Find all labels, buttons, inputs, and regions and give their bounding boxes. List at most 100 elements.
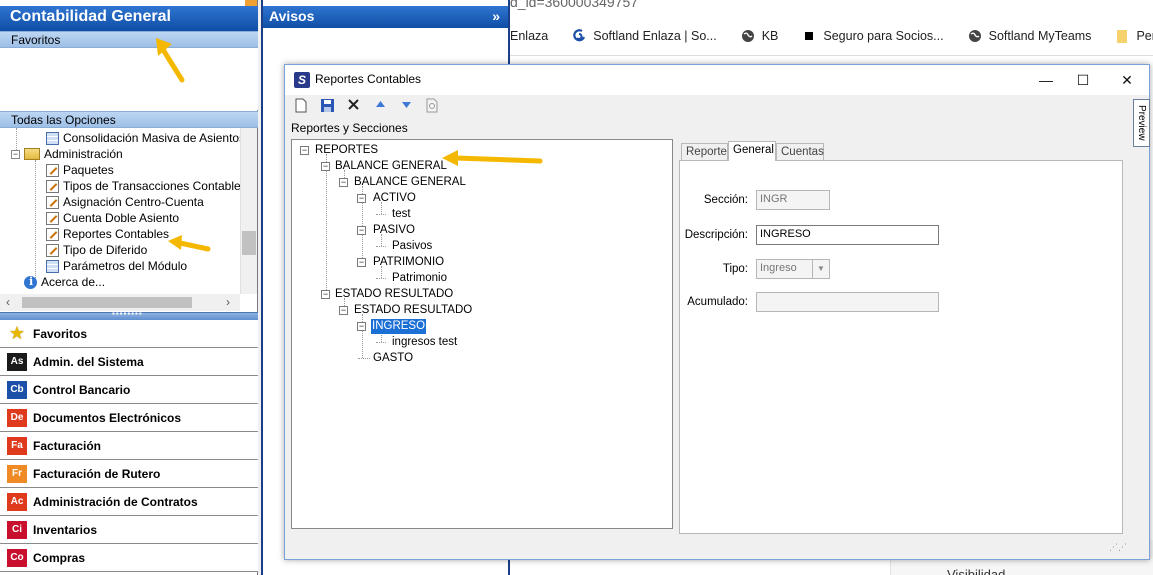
collapse-toggle[interactable]: −: [357, 226, 366, 235]
collapse-toggle[interactable]: −: [339, 178, 348, 187]
module-facturacion[interactable]: Fa Facturación: [0, 432, 258, 460]
module-favoritos[interactable]: ★ Favoritos: [0, 320, 258, 348]
bookmark-enlaza[interactable]: Enlaza: [510, 29, 548, 43]
tree-node[interactable]: Patrimonio: [391, 271, 448, 286]
tree-item[interactable]: Tipos de Transacciones Contable: [46, 178, 240, 194]
grip-icon: ▪▪▪▪▪▪▪▪: [112, 309, 143, 318]
module-badge-icon: Ac: [7, 492, 27, 511]
collapse-toggle[interactable]: −: [357, 194, 366, 203]
module-label: Control Bancario: [33, 382, 131, 397]
tree-item[interactable]: Parámetros del Módulo: [46, 258, 187, 274]
collapse-toggle[interactable]: −: [321, 162, 330, 171]
module-admin-contratos[interactable]: Ac Administración de Contratos: [0, 488, 258, 516]
acumulado-field: [756, 292, 939, 312]
tree-item[interactable]: Cuenta Doble Asiento: [46, 210, 179, 226]
tree-item-administracion[interactable]: Administración: [24, 146, 123, 162]
collapse-toggle[interactable]: −: [300, 146, 309, 155]
module-admin-sistema[interactable]: As Admin. del Sistema: [0, 348, 258, 376]
collapse-toggle[interactable]: −: [321, 290, 330, 299]
print-preview-icon[interactable]: [424, 98, 440, 114]
tree-item[interactable]: Tipo de Diferido: [46, 242, 147, 258]
descripcion-input[interactable]: INGRESO: [756, 225, 939, 245]
annotation-arrow: [442, 150, 543, 166]
square-icon: [802, 29, 816, 43]
tree-node[interactable]: PASIVO: [372, 223, 416, 238]
collapse-toggle[interactable]: −: [357, 322, 366, 331]
module-pane: Contabilidad General Favoritos Todas las…: [0, 0, 258, 575]
scroll-thumb[interactable]: [22, 297, 192, 308]
tree-node[interactable]: test: [391, 207, 412, 222]
collapse-toggle[interactable]: −: [357, 258, 366, 267]
move-up-icon[interactable]: [372, 98, 388, 114]
module-compras[interactable]: Co Compras: [0, 544, 258, 572]
scroll-right-icon[interactable]: ›: [226, 295, 230, 309]
dialog-titlebar[interactable]: S Reportes Contables — ☐ ✕: [285, 65, 1149, 95]
tree-line: [376, 342, 386, 343]
maximize-icon[interactable]: ☐: [1072, 69, 1094, 91]
visibility-label: Visibilidad: [947, 567, 1006, 575]
tree-item-label: Tipo de Diferido: [63, 243, 148, 257]
softland-icon: [572, 29, 586, 43]
module-badge-icon: Ci: [7, 520, 27, 539]
tree-node-selected[interactable]: INGRESO: [371, 319, 427, 334]
tree-node[interactable]: GASTO: [372, 351, 414, 366]
tab-cuentas[interactable]: Cuentas: [776, 143, 824, 161]
seccion-field: INGR: [756, 190, 830, 210]
bookmark-softland-enlaza[interactable]: Softland Enlaza | So...: [572, 29, 717, 43]
tree-item-reportes-contables[interactable]: Reportes Contables: [46, 226, 169, 242]
scroll-left-icon[interactable]: ‹: [6, 295, 10, 309]
window-edge-marker: [245, 0, 257, 6]
tree-line: [326, 154, 327, 294]
move-down-icon[interactable]: [398, 98, 414, 114]
annotation-arrow: [168, 235, 211, 252]
tree-node-balance-general[interactable]: BALANCE GENERAL: [334, 159, 448, 174]
grid-icon: [46, 259, 59, 273]
pencil-icon: [46, 195, 59, 209]
module-facturacion-rutero[interactable]: Fr Facturación de Rutero: [0, 460, 258, 488]
close-icon[interactable]: ✕: [1116, 69, 1138, 91]
tree-node[interactable]: ACTIVO: [372, 191, 417, 206]
bookmark-myteams[interactable]: Softland MyTeams: [968, 29, 1092, 43]
tree-node[interactable]: ingresos test: [391, 335, 458, 350]
panel-splitter[interactable]: ▪▪▪▪▪▪▪▪: [0, 309, 258, 320]
module-label: Facturación: [33, 438, 102, 453]
globe-icon: [968, 29, 982, 43]
bookmark-label: Softland MyTeams: [988, 29, 1092, 43]
avisos-header: Avisos »: [263, 6, 508, 28]
pencil-icon: [46, 227, 59, 241]
tree-node[interactable]: Pasivos: [391, 239, 433, 254]
module-documentos-electronicos[interactable]: De Documentos Electrónicos: [0, 404, 258, 432]
collapse-toggle[interactable]: −: [11, 150, 20, 159]
tree-item[interactable]: Paquetes: [46, 162, 114, 178]
preview-tab[interactable]: Preview: [1133, 99, 1150, 147]
tree-node[interactable]: ESTADO RESULTADO: [334, 287, 454, 302]
bookmark-seguro[interactable]: Seguro para Socios...: [802, 29, 944, 43]
save-icon[interactable]: [319, 98, 335, 114]
tree-node[interactable]: ESTADO RESULTADO: [353, 303, 473, 318]
new-document-icon[interactable]: [293, 98, 309, 114]
delete-icon[interactable]: [345, 98, 361, 114]
tree-item[interactable]: Consolidación Masiva de Asientos: [46, 130, 240, 146]
tree-line: [35, 160, 36, 278]
tree-item[interactable]: Asignación Centro-Cuenta: [46, 194, 204, 210]
tab-reporte[interactable]: Reporte: [681, 143, 728, 161]
tree-node[interactable]: PATRIMONIO: [372, 255, 445, 270]
tree-vertical-scrollbar[interactable]: [240, 128, 257, 294]
toolbar-separator: [510, 55, 1153, 56]
all-options-header[interactable]: Todas las Opciones: [0, 111, 258, 128]
avisos-title: Avisos: [269, 8, 315, 24]
bookmark-kb[interactable]: KB: [741, 29, 778, 43]
collapse-toggle[interactable]: −: [339, 306, 348, 315]
resize-grip-icon[interactable]: ⋰⋰: [1109, 542, 1127, 553]
tree-item-acerca[interactable]: Acerca de...: [24, 274, 105, 290]
collapse-icon[interactable]: »: [492, 8, 500, 24]
tree-node[interactable]: BALANCE GENERAL: [353, 175, 467, 190]
favorites-header[interactable]: Favoritos: [0, 31, 258, 48]
tree-node-root[interactable]: REPORTES: [314, 143, 379, 158]
bookmark-personal[interactable]: Personal: [1115, 29, 1153, 43]
scroll-thumb[interactable]: [242, 231, 256, 255]
module-inventarios[interactable]: Ci Inventarios: [0, 516, 258, 544]
tab-general[interactable]: General: [728, 141, 776, 161]
minimize-icon[interactable]: —: [1035, 69, 1057, 91]
module-control-bancario[interactable]: Cb Control Bancario: [0, 376, 258, 404]
